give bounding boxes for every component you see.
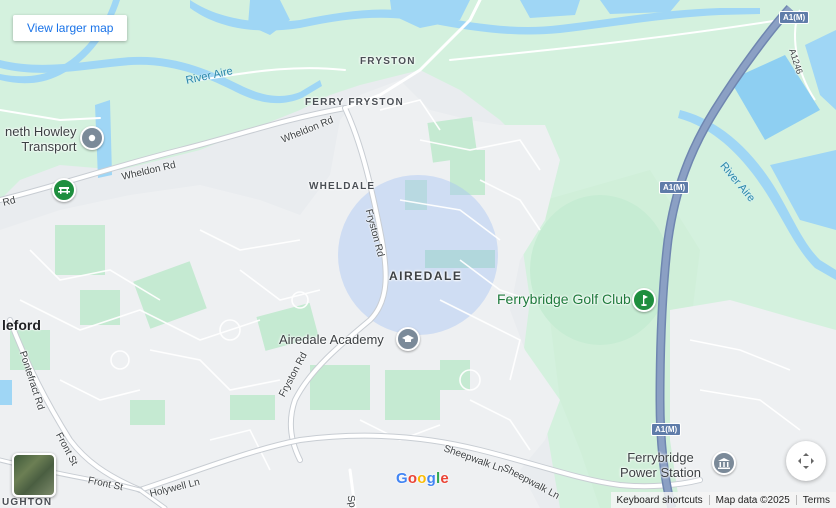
terms-link[interactable]: Terms [797, 495, 836, 506]
place-label-houghton: UGHTON [2, 497, 53, 508]
picnic-table-icon[interactable] [52, 178, 76, 202]
fullscreen-icon [798, 453, 814, 469]
google-logo: Google [396, 470, 449, 487]
bench-icon [58, 187, 70, 194]
attribution-bar: Keyboard shortcuts Map data ©2025 Terms [610, 492, 836, 508]
motorway-shield-a1m-1: A1(M) [779, 11, 810, 24]
building-columns-icon [718, 457, 730, 469]
place-label-wheldale: WHELDALE [309, 181, 376, 192]
poi-power-line-1: Ferrybridge [627, 450, 694, 465]
place-label-castleford: leford [2, 317, 41, 333]
landmark-icon[interactable] [712, 451, 736, 475]
golf-flag-icon [641, 295, 648, 306]
map-base-layer [0, 0, 836, 508]
poi-label-airedale-academy[interactable]: Airedale Academy [279, 332, 384, 347]
place-label-fryston: FRYSTON [360, 56, 416, 67]
road-label-sp: Sp [344, 494, 358, 508]
map-data-text: Map data ©2025 [715, 494, 790, 506]
motorway-shield-a1m-3: A1(M) [651, 423, 682, 436]
map-type-satellite-toggle[interactable] [12, 453, 56, 497]
poi-label-ferrybridge-golf-club[interactable]: Ferrybridge Golf Club [497, 292, 631, 307]
graduation-cap-icon[interactable] [396, 327, 420, 351]
keyboard-shortcuts-link[interactable]: Keyboard shortcuts [611, 495, 709, 506]
poi-howley-line-1: neth Howley [5, 124, 77, 139]
poi-power-line-2: Power Station [620, 465, 701, 480]
location-pin-icon[interactable] [80, 126, 104, 150]
fullscreen-button[interactable] [786, 441, 826, 481]
place-label-ferry-fryston: FERRY FRYSTON [305, 97, 404, 108]
map-canvas[interactable]: View larger map FRYSTON FERRY FRYSTON WH… [0, 0, 836, 508]
poi-howley-line-2: Transport [21, 139, 77, 154]
motorway-shield-a1m-2: A1(M) [659, 181, 690, 194]
poi-label-ferrybridge-power-station[interactable]: Ferrybridge Power Station [620, 450, 701, 480]
view-larger-map-link[interactable]: View larger map [13, 15, 128, 41]
golf-icon[interactable] [632, 288, 656, 312]
place-label-airedale: AIREDALE [389, 269, 463, 283]
school-icon [402, 335, 414, 342]
poi-label-howley-transport[interactable]: neth Howley Transport [5, 124, 77, 154]
circle-dot-icon [88, 134, 96, 142]
